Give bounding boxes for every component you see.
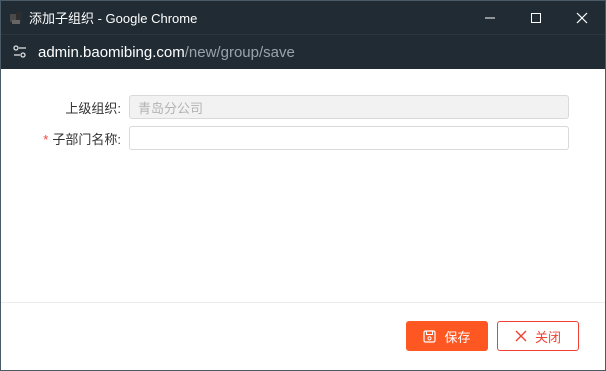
close-icon — [576, 12, 588, 23]
child-dept-name-input[interactable] — [129, 126, 569, 150]
url-path: /new/group/save — [184, 43, 295, 61]
parent-org-label-text: 上级组织 — [65, 100, 118, 116]
maximize-icon — [531, 12, 541, 23]
save-label: 保存 — [444, 329, 471, 345]
close-x-icon — [515, 330, 527, 342]
site-settings-icon[interactable] — [10, 42, 30, 62]
child-dept-row: * 子部门名称: — [1, 126, 569, 150]
address-bar[interactable]: admin.baomibing.com/new/group/save — [1, 34, 605, 69]
title-bar: 添加子组织 - Google Chrome — [1, 1, 605, 34]
parent-org-row: 上级组织: 青岛分公司 — [1, 95, 569, 119]
browser-window: 添加子组织 - Google Chrome admin.baomibing.co… — [0, 0, 606, 371]
child-dept-label: * 子部门名称: — [1, 129, 125, 148]
parent-org-label: 上级组织: — [1, 98, 125, 117]
child-dept-label-text: 子部门名称 — [52, 131, 118, 147]
close-window-button[interactable] — [559, 1, 605, 34]
save-icon — [423, 329, 437, 343]
save-button[interactable]: 保存 — [406, 321, 488, 351]
url-host: admin.baomibing.com — [38, 43, 185, 61]
close-button[interactable]: 关闭 — [497, 321, 579, 351]
maximize-button[interactable] — [513, 1, 559, 34]
minimize-icon — [485, 17, 495, 18]
window-title: 添加子组织 - Google Chrome — [29, 11, 198, 26]
close-label: 关闭 — [534, 329, 561, 345]
minimize-button[interactable] — [467, 1, 513, 34]
url-text[interactable]: admin.baomibing.com/new/group/save — [38, 44, 295, 61]
label-colon: : — [117, 131, 121, 147]
window-controls — [467, 1, 605, 34]
label-colon: : — [117, 100, 121, 116]
app-icon — [9, 11, 23, 25]
required-mark: * — [43, 131, 49, 147]
parent-org-field: 青岛分公司 — [129, 95, 569, 119]
dialog-footer: 保存 关闭 — [1, 303, 605, 370]
